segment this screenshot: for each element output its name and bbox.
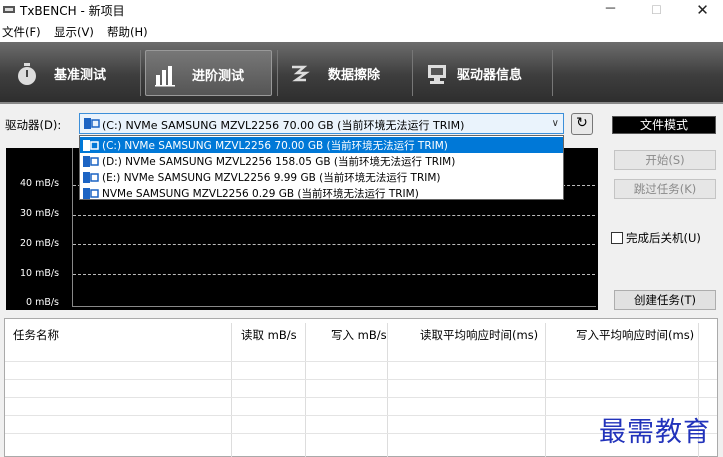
- column-write-speed[interactable]: 写入 mB/s: [331, 327, 387, 343]
- drive-option-e[interactable]: (E:) NVMe SAMSUNG MZVL2256 9.99 GB (当前环境…: [80, 169, 563, 185]
- drive-option-label: (D:) NVMe SAMSUNG MZVL2256 158.05 GB (当前…: [102, 156, 456, 168]
- menu-view[interactable]: 显示(V): [54, 24, 94, 40]
- close-icon[interactable]: ✕: [680, 0, 723, 20]
- drive-info-icon: [428, 65, 446, 84]
- watermark-text: 最需教育: [599, 417, 711, 448]
- app-icon: [3, 6, 15, 13]
- start-button[interactable]: 开始(S): [614, 150, 716, 170]
- shutdown-after-label: 完成后关机(U): [626, 231, 701, 245]
- menu-file[interactable]: 文件(F): [2, 24, 41, 40]
- column-write-latency[interactable]: 写入平均响应时间(ms): [576, 327, 694, 343]
- y-tick-0: 0 mB/s: [26, 297, 59, 308]
- tab-benchmark-label: 基准测试: [54, 68, 107, 83]
- stopwatch-icon: [18, 63, 36, 85]
- refresh-icon: ↻: [576, 115, 588, 131]
- txbench-window: TxBENCH - 新项目 － ☐ ✕ 文件(F) 显示(V) 帮助(H) 基准…: [0, 0, 723, 457]
- drive-select-value: (C:) NVMe SAMSUNG MZVL2256 70.00 GB (当前环…: [102, 119, 465, 132]
- window-title: TxBENCH - 新项目: [20, 4, 125, 18]
- drive-dropdown-list: (C:) NVMe SAMSUNG MZVL2256 70.00 GB (当前环…: [79, 135, 564, 200]
- grid-line: [73, 244, 595, 245]
- y-tick-20: 20 mB/s: [20, 238, 60, 249]
- checkbox-box[interactable]: [611, 232, 623, 244]
- drive-icon: [83, 140, 99, 151]
- drive-option-c[interactable]: (C:) NVMe SAMSUNG MZVL2256 70.00 GB (当前环…: [80, 137, 563, 153]
- drive-option-label: (E:) NVMe SAMSUNG MZVL2256 9.99 GB (当前环境…: [102, 172, 441, 184]
- drive-select[interactable]: (C:) NVMe SAMSUNG MZVL2256 70.00 GB (当前环…: [79, 113, 564, 134]
- tab-data-erase[interactable]: 数据擦除: [282, 50, 407, 96]
- drive-label: 驱动器(D):: [5, 118, 62, 132]
- drive-option-label: (C:) NVMe SAMSUNG MZVL2256 70.00 GB (当前环…: [102, 140, 448, 152]
- tab-benchmark[interactable]: 基准测试: [5, 50, 135, 96]
- grid-line: [73, 215, 595, 216]
- table-row: [5, 361, 717, 362]
- column-task-name[interactable]: 任务名称: [13, 327, 59, 343]
- y-tick-40: 40 mB/s: [20, 178, 60, 189]
- title-bar: TxBENCH - 新项目 － ☐ ✕: [0, 0, 723, 20]
- drive-option-unlettered[interactable]: NVMe SAMSUNG MZVL2256 0.29 GB (当前环境无法运行 …: [80, 185, 563, 201]
- column-read-speed[interactable]: 读取 mB/s: [241, 327, 297, 343]
- drive-icon: [83, 156, 99, 167]
- toolbar-divider: [277, 50, 278, 96]
- drive-option-d[interactable]: (D:) NVMe SAMSUNG MZVL2256 158.05 GB (当前…: [80, 153, 563, 169]
- bar-chart-icon: [155, 66, 175, 87]
- toolbar-divider: [412, 50, 413, 96]
- table-row: [5, 397, 717, 398]
- main-toolbar: 基准测试 进阶测试 数据擦除 驱动器信息: [0, 42, 723, 104]
- refresh-button[interactable]: ↻: [571, 113, 593, 135]
- file-mode-button[interactable]: 文件模式: [612, 116, 716, 134]
- column-separator[interactable]: [387, 323, 388, 457]
- tab-drive-info-label: 驱动器信息: [457, 68, 523, 83]
- grid-line: [73, 274, 595, 275]
- create-task-button[interactable]: 创建任务(T): [614, 290, 716, 310]
- tab-drive-info[interactable]: 驱动器信息: [417, 50, 547, 96]
- column-separator[interactable]: [545, 323, 546, 457]
- column-separator[interactable]: [231, 323, 232, 457]
- menu-bar: 文件(F) 显示(V) 帮助(H): [0, 20, 723, 42]
- tab-advanced-test-label: 进阶测试: [192, 69, 245, 84]
- column-read-latency[interactable]: 读取平均响应时间(ms): [420, 327, 538, 343]
- drive-icon: [84, 118, 100, 129]
- toolbar-divider: [140, 50, 141, 96]
- column-separator[interactable]: [305, 323, 306, 457]
- tab-advanced-test[interactable]: 进阶测试: [145, 50, 272, 96]
- y-tick-30: 30 mB/s: [20, 208, 60, 219]
- drive-icon: [83, 188, 99, 199]
- menu-help[interactable]: 帮助(H): [107, 24, 148, 40]
- erase-icon: [292, 65, 310, 82]
- skip-task-button[interactable]: 跳过任务(K): [614, 179, 716, 199]
- toolbar-divider: [552, 50, 553, 96]
- maximize-icon[interactable]: ☐: [634, 0, 679, 20]
- minimize-icon[interactable]: －: [588, 0, 633, 20]
- y-tick-10: 10 mB/s: [20, 268, 60, 279]
- chevron-down-icon[interactable]: ∨: [552, 118, 559, 129]
- table-row: [5, 379, 717, 380]
- drive-option-label: NVMe SAMSUNG MZVL2256 0.29 GB (当前环境无法运行 …: [102, 188, 419, 200]
- drive-icon: [83, 172, 99, 183]
- tab-data-erase-label: 数据擦除: [328, 68, 381, 83]
